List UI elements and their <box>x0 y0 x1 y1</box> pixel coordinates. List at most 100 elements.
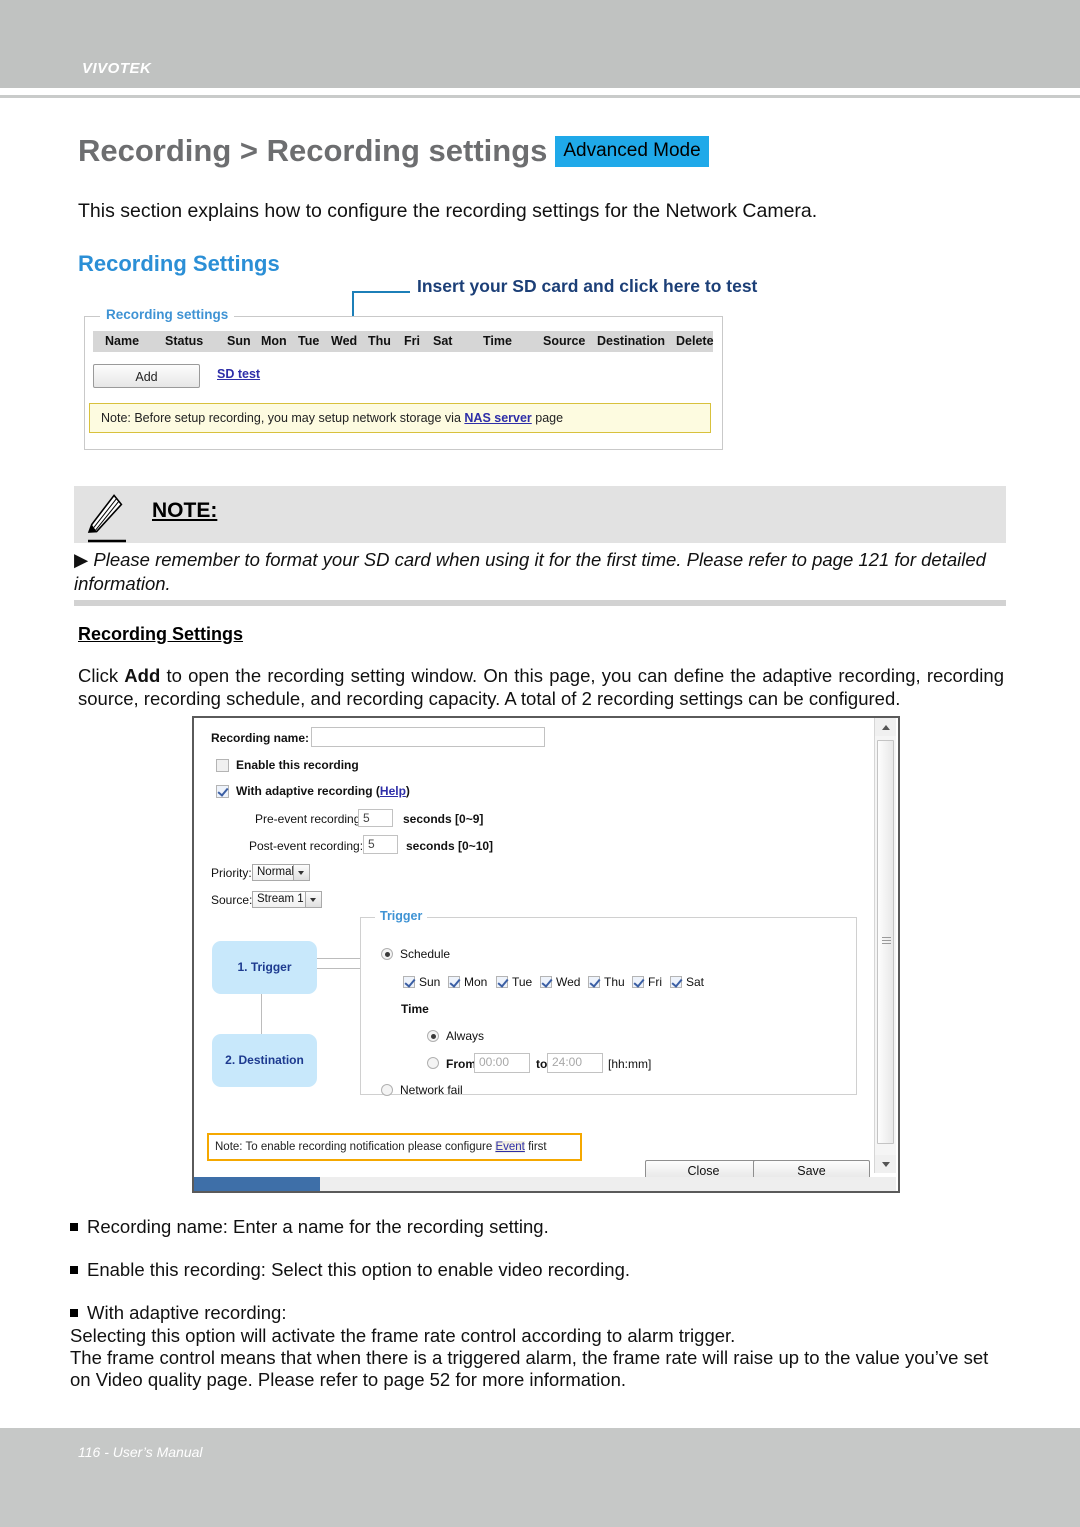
page-title-text: Recording > Recording settings <box>78 133 548 168</box>
source-label: Source: <box>211 893 253 907</box>
day-label-sun: Sun <box>419 975 441 989</box>
dialog-note-suffix: first <box>524 1141 547 1153</box>
pre-event-units: seconds [0~9] <box>403 812 484 826</box>
day-checkbox-fri[interactable] <box>632 976 644 988</box>
advanced-mode-badge[interactable]: Advanced Mode <box>555 136 709 167</box>
flow-step-destination[interactable]: 2. Destination <box>212 1034 317 1087</box>
dialog-vertical-scrollbar[interactable] <box>874 718 896 1173</box>
day-checkbox-sun[interactable] <box>403 976 415 988</box>
flow-connector-top <box>317 958 361 959</box>
always-radio[interactable] <box>427 1030 439 1042</box>
dialog-note-prefix: Note: To enable recording notification p… <box>215 1141 496 1153</box>
body-paragraph: Click Add to open the recording setting … <box>78 665 1004 710</box>
horizontal-scrollbar-thumb[interactable] <box>194 1177 320 1191</box>
adaptive-label-text: With adaptive recording ( <box>236 784 380 798</box>
day-checkbox-thu[interactable] <box>588 976 600 988</box>
flow-step-trigger[interactable]: 1. Trigger <box>212 941 317 994</box>
bullet-adaptive-recording: With adaptive recording: <box>70 1302 1000 1324</box>
bullet-recording-name: Recording name: Enter a name for the rec… <box>70 1216 1000 1238</box>
from-radio[interactable] <box>427 1057 439 1069</box>
page-footer-bar <box>0 1428 1080 1527</box>
source-select[interactable]: Stream 1 <box>252 891 322 908</box>
day-checkbox-tue[interactable] <box>496 976 508 988</box>
network-fail-label: Network fail <box>400 1083 463 1097</box>
nas-note-suffix: page <box>531 411 564 425</box>
recording-name-input[interactable] <box>311 727 545 747</box>
day-label-thu: Thu <box>604 975 625 989</box>
pre-event-input[interactable]: 5 <box>358 809 393 827</box>
col-wed: Wed <box>331 334 358 348</box>
day-label-mon: Mon <box>464 975 488 989</box>
nas-note-text: Note: Before setup recording, you may se… <box>101 411 563 425</box>
col-tue: Tue <box>298 334 320 348</box>
day-checkbox-sat[interactable] <box>670 976 682 988</box>
priority-select[interactable]: Normal <box>252 864 310 881</box>
vivotek-logo: VIVOTEK <box>82 60 152 77</box>
flow-connector-bottom <box>317 968 361 969</box>
source-value: Stream 1 <box>257 893 304 905</box>
schedule-radio[interactable] <box>381 948 393 960</box>
adaptive-label-end: ) <box>405 784 410 798</box>
always-label: Always <box>446 1029 485 1043</box>
col-time: Time <box>483 334 512 348</box>
time-section-label: Time <box>401 1002 429 1016</box>
callout-leader-horizontal <box>352 291 410 293</box>
pencil-icon <box>86 491 132 546</box>
network-fail-radio[interactable] <box>381 1084 393 1096</box>
col-source: Source <box>543 334 586 348</box>
bullet-square-icon <box>70 1309 78 1317</box>
post-event-units: seconds [0~10] <box>406 839 494 853</box>
enable-recording-label: Enable this recording <box>236 758 359 772</box>
post-event-label: Post-event recording: <box>249 839 364 853</box>
bullet-enable-recording: Enable this recording: Select this optio… <box>70 1259 1000 1281</box>
bullet-square-icon <box>70 1223 78 1231</box>
day-label-fri: Fri <box>648 975 662 989</box>
adaptive-help-link[interactable]: Help <box>380 784 406 798</box>
body-paragraph-post: to open the recording setting window. On… <box>78 665 1004 709</box>
event-link[interactable]: Event <box>495 1141 525 1153</box>
to-label: to <box>536 1057 548 1071</box>
note-bottom-rule <box>74 600 1006 606</box>
bullet-square-icon <box>70 1266 78 1274</box>
page-title: Recording > Recording settings Advanced M… <box>78 133 709 169</box>
from-label: From <box>446 1057 476 1071</box>
body-paragraph-bold: Add <box>124 665 161 686</box>
dialog-horizontal-scrollbar[interactable] <box>194 1177 896 1191</box>
sub-heading-recording-settings: Recording Settings <box>78 624 244 644</box>
nas-note-prefix: Note: Before setup recording, you may se… <box>101 411 465 425</box>
col-mon: Mon <box>261 334 287 348</box>
note-body-text: Please remember to format your SD card w… <box>74 549 986 594</box>
dialog-event-note-text: Note: To enable recording notification p… <box>215 1141 547 1153</box>
col-name: Name <box>105 334 140 348</box>
adaptive-detail-line-1: Selecting this option will activate the … <box>70 1325 736 1346</box>
to-time-input[interactable]: 24:00 <box>547 1053 603 1073</box>
adaptive-recording-checkbox[interactable] <box>216 785 229 798</box>
time-format-hint: [hh:mm] <box>608 1057 652 1071</box>
post-event-input[interactable]: 5 <box>363 835 398 854</box>
scrollbar-grip-icon <box>882 937 891 944</box>
chevron-down-icon[interactable] <box>305 892 321 907</box>
vertical-scrollbar-thumb[interactable] <box>877 740 894 1144</box>
sd-test-link[interactable]: SD test <box>217 367 260 381</box>
scroll-up-arrow-icon[interactable] <box>875 718 896 736</box>
from-time-input[interactable]: 00:00 <box>474 1053 530 1073</box>
chevron-down-icon[interactable] <box>293 865 309 880</box>
nas-server-link[interactable]: NAS server <box>464 411 531 425</box>
col-sun: Sun <box>227 334 251 348</box>
col-fri: Fri <box>404 334 420 348</box>
day-label-sat: Sat <box>686 975 705 989</box>
day-checkbox-mon[interactable] <box>448 976 460 988</box>
scroll-down-arrow-icon[interactable] <box>875 1155 896 1173</box>
header-divider <box>0 95 1080 98</box>
enable-recording-checkbox[interactable] <box>216 759 229 772</box>
page-header-bar <box>0 0 1080 88</box>
col-status: Status <box>165 334 204 348</box>
note-title: NOTE: <box>152 499 218 522</box>
col-sat: Sat <box>433 334 453 348</box>
day-checkbox-wed[interactable] <box>540 976 552 988</box>
bullet-recording-name-text: Recording name: Enter a name for the rec… <box>87 1216 549 1237</box>
col-destination: Destination <box>597 334 666 348</box>
add-recording-button[interactable]: Add <box>93 364 200 388</box>
section-heading-recording-settings: Recording Settings <box>78 251 280 276</box>
body-paragraph-pre: Click <box>78 665 125 686</box>
